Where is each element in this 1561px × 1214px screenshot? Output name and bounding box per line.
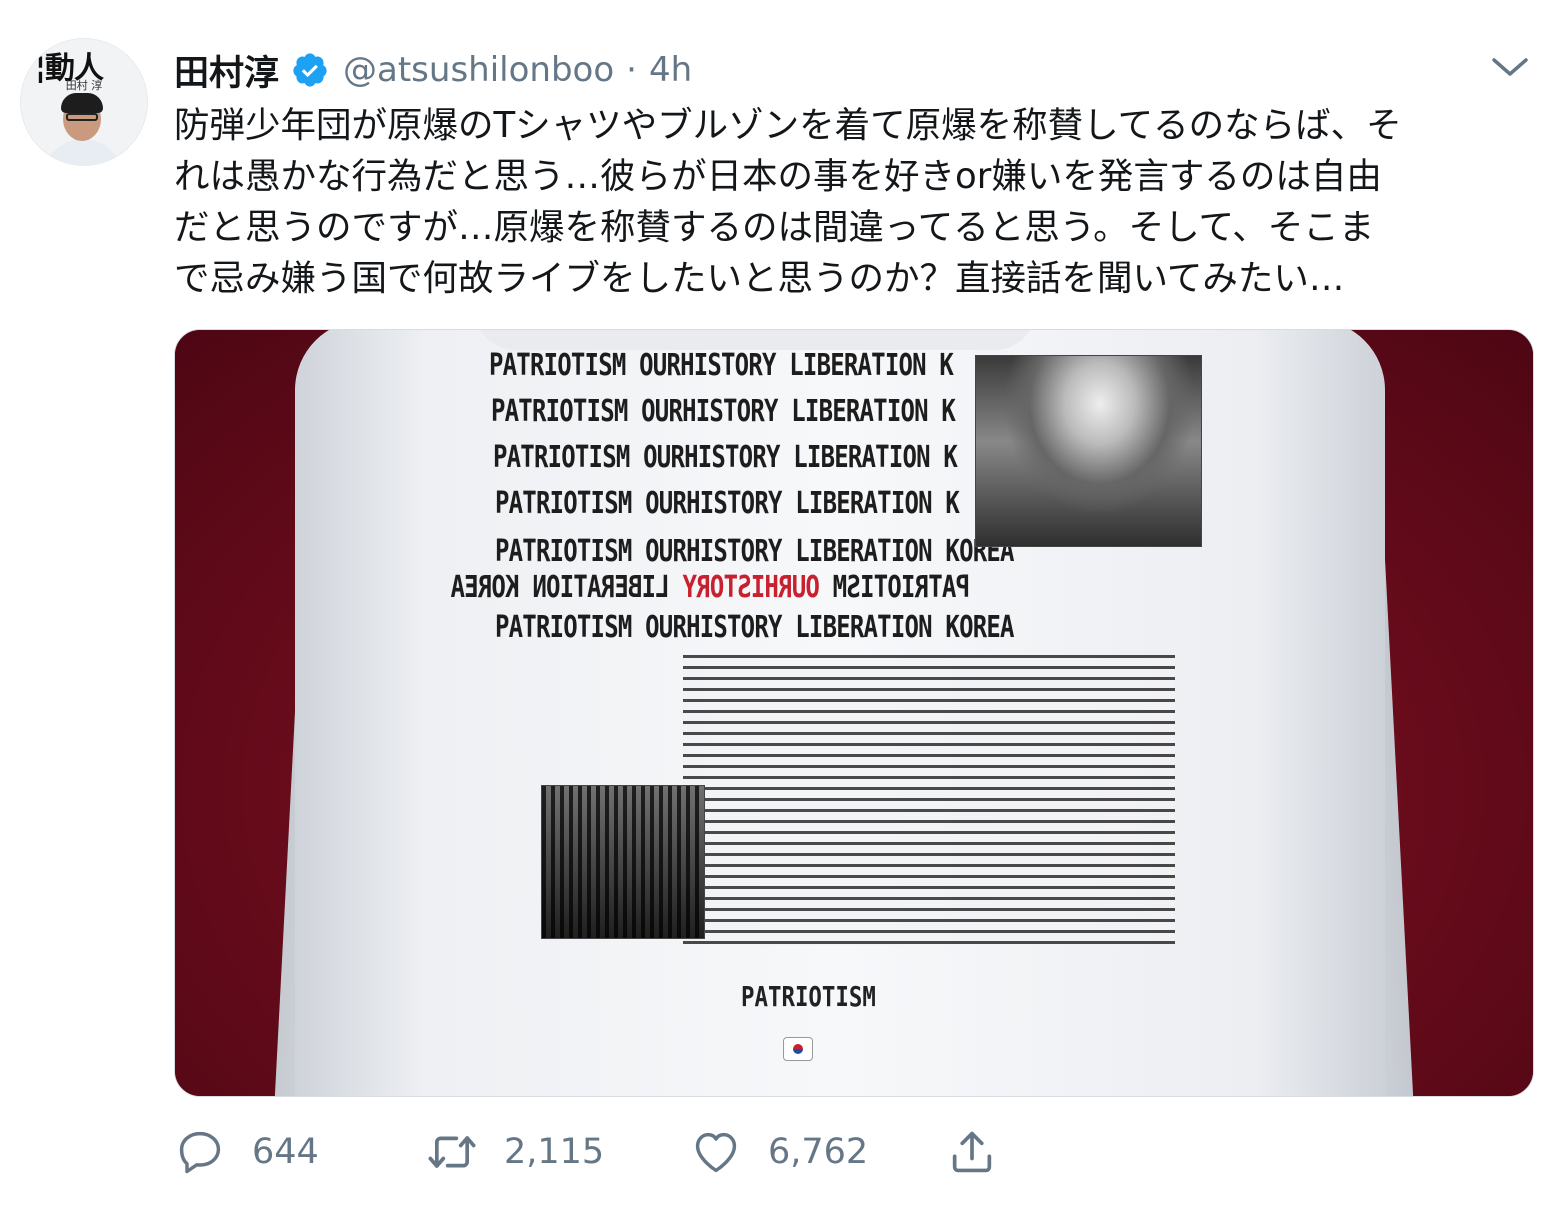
- avatar[interactable]: ¦動人 田村 淳: [20, 38, 148, 166]
- timestamp[interactable]: 4h: [649, 50, 692, 90]
- heart-icon: [695, 1132, 737, 1173]
- shirt-print-line: PATRIOTISM OURHISTORY LIBERATION K: [491, 394, 956, 429]
- flag-icon: [783, 1037, 813, 1061]
- tweet-text: 防弾少年団が原爆のTシャツやブルゾンを着て原爆を称賛してるのならば、そ れは愚か…: [174, 105, 1402, 299]
- tweet-header: 田村淳 @atsushilonboo · 4h: [174, 40, 692, 100]
- crowd-photo: [541, 785, 705, 939]
- mirrored-text-patriotism: PATRIOTISM: [833, 570, 971, 605]
- shirt-print-line: PATRIOTISM OURHISTORY LIBERATION K: [489, 348, 954, 383]
- share-button[interactable]: [946, 1122, 998, 1182]
- avatar-body: [43, 139, 123, 165]
- reply-icon: [179, 1131, 221, 1174]
- like-button[interactable]: 6,762: [690, 1122, 868, 1182]
- shirt-print-line: PATRIOTISM OURHISTORY LIBERATION KOREA: [495, 610, 1014, 645]
- shirt-print-line: PATRIOTISM OURHISTORY LIBERATION K: [495, 486, 960, 521]
- like-count: 6,762: [768, 1132, 869, 1172]
- mushroom-cloud-photo: [975, 355, 1202, 547]
- shirt-print-line: PATRIOTISM OURHISTORY LIBERATION K: [493, 440, 958, 475]
- reply-count: 644: [252, 1132, 319, 1172]
- verified-badge-icon: [291, 51, 329, 89]
- avatar-glasses: [66, 113, 98, 121]
- chevron-down-icon[interactable]: [1490, 52, 1530, 82]
- tweet-media-image[interactable]: PATRIOTISM OURHISTORY LIBERATION K PATRI…: [174, 329, 1534, 1097]
- mirrored-text-liberation: LIBERATION KOREA: [451, 570, 670, 605]
- retweet-icon: [428, 1136, 476, 1168]
- separator-dot: ·: [626, 50, 637, 90]
- shirt-print-line: PATRIOTISM OURHISTORY LIBERATION KOREA: [495, 534, 1014, 569]
- share-icon: [952, 1131, 992, 1173]
- shirt-mirrored-line: PATRIOTISM OURHISTORY LIBERATION KOREA: [451, 570, 1023, 614]
- display-name[interactable]: 田村淳: [174, 45, 279, 96]
- user-handle[interactable]: @atsushilonboo: [343, 50, 614, 90]
- retweet-button[interactable]: 2,115: [426, 1122, 604, 1182]
- avatar-hair: [61, 93, 103, 113]
- shirt-collar: [475, 330, 1035, 350]
- tweet-actions: 644 2,115 6,762: [174, 1122, 1074, 1182]
- mirrored-text-ourhistory: OURHISTORY: [683, 570, 820, 605]
- shirt-bottom-label: PATRIOTISM: [741, 980, 876, 1013]
- shirt-small-print-block: [683, 655, 1175, 945]
- reply-button[interactable]: 644: [174, 1122, 319, 1182]
- tweet: ¦動人 田村 淳 田村淳 @atsushilonboo · 4h 防弾少年団が原…: [0, 0, 1561, 1214]
- retweet-count: 2,115: [504, 1132, 605, 1172]
- avatar-name-text: 田村 淳: [65, 79, 103, 92]
